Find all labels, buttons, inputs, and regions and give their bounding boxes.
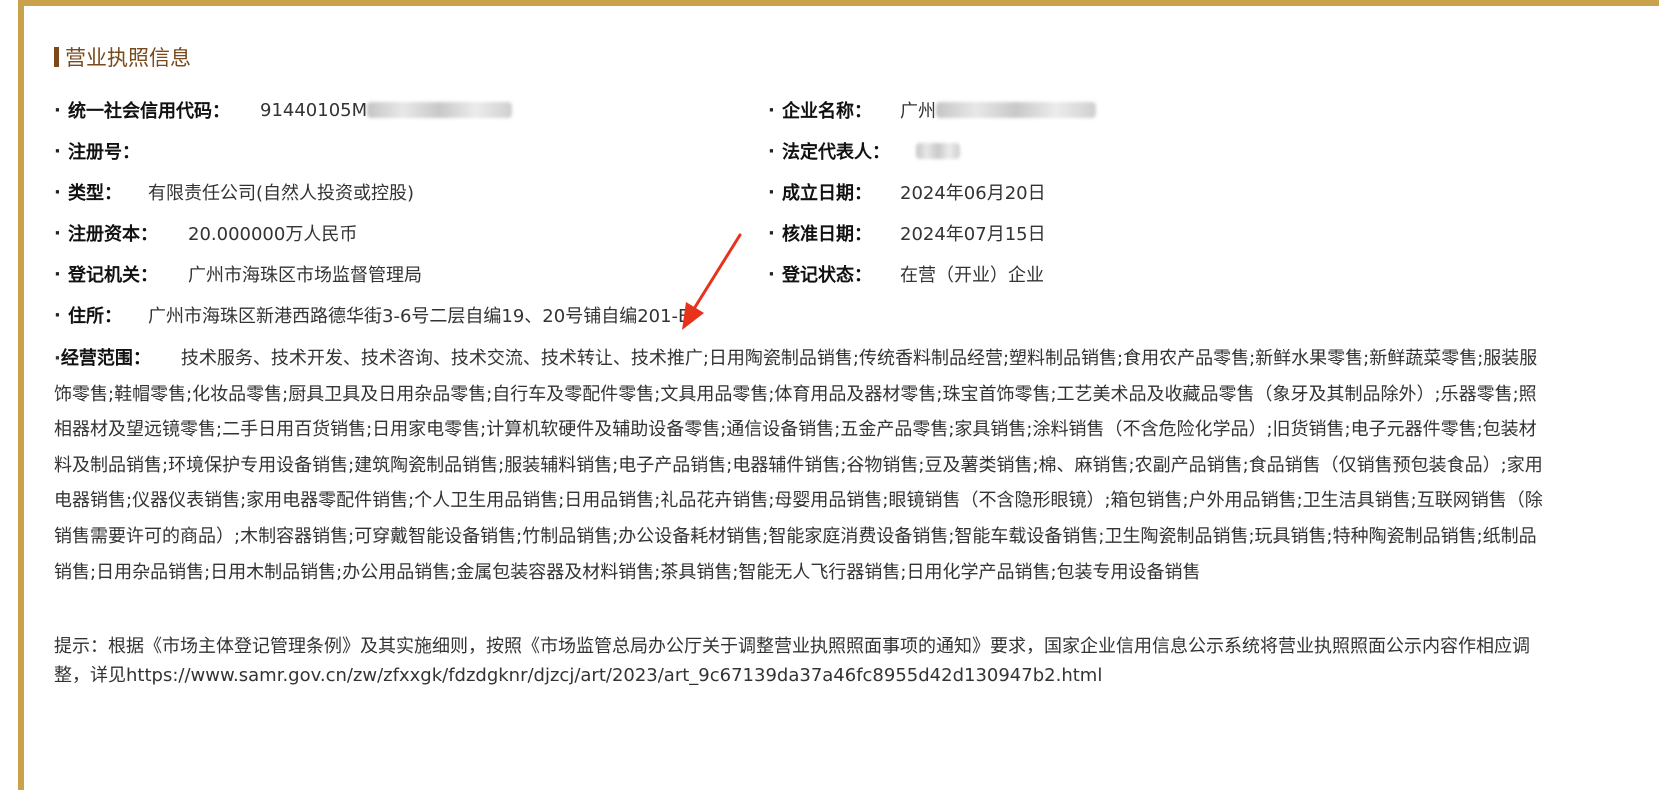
field-label: 法定代表人：: [782, 142, 890, 163]
field-label: 住所：: [68, 306, 122, 327]
bullet-icon: ·: [54, 99, 61, 121]
field-value: 有限责任公司(自然人投资或控股): [148, 183, 415, 204]
redacted-mask: [936, 102, 1096, 118]
bullet-icon: ·: [54, 140, 61, 162]
field-est-date: · 成立日期： 2024年06月20日: [768, 180, 1046, 205]
field-value: 在营（开业）企业: [900, 265, 1044, 286]
bullet-icon: ·: [54, 222, 61, 244]
field-address: · 住所： 广州市海珠区新港西路德华街3-6号二层自编19、20号铺自编201-…: [54, 303, 691, 328]
bullet-icon: ·: [768, 181, 775, 203]
annotation-arrow-icon: [682, 233, 742, 330]
field-value: 91440105M: [260, 99, 368, 121]
field-type: · 类型： 有限责任公司(自然人投资或控股): [54, 180, 415, 205]
field-reg-no: · 注册号：: [54, 139, 140, 164]
bullet-icon: ·: [54, 181, 61, 203]
field-legal-rep: · 法定代表人：: [768, 139, 960, 163]
bullet-icon: ·: [54, 348, 61, 369]
field-label: 统一社会信用代码：: [68, 101, 230, 122]
field-value: 20.000000万人民币: [188, 224, 358, 245]
field-label: 登记机关：: [68, 265, 158, 286]
bullet-icon: ·: [54, 263, 61, 285]
bullet-icon: ·: [54, 304, 61, 326]
field-value: 广州: [900, 101, 936, 122]
field-label: 注册号：: [68, 142, 140, 163]
field-label: 注册资本：: [68, 224, 158, 245]
field-approve-date: · 核准日期： 2024年07月15日: [768, 221, 1046, 246]
bullet-icon: ·: [768, 99, 775, 121]
field-value: 广州市海珠区市场监督管理局: [188, 265, 422, 286]
field-credit-code: · 统一社会信用代码： 91440105M: [54, 98, 513, 122]
field-value: 2024年07月15日: [900, 224, 1046, 245]
field-label: 经营范围：: [60, 348, 151, 369]
redacted-mask: [916, 143, 960, 159]
field-value: 2024年06月20日: [900, 183, 1046, 204]
section-header: 营业执照信息: [54, 42, 191, 72]
field-label: 成立日期：: [782, 183, 872, 204]
bullet-icon: ·: [768, 263, 775, 285]
field-label: 类型：: [68, 183, 122, 204]
field-label: 企业名称：: [782, 101, 872, 122]
bullet-icon: ·: [768, 222, 775, 244]
notice-text: 提示：根据《市场主体登记管理条例》及其实施细则，按照《市场监管总局办公厅关于调整…: [54, 636, 1530, 686]
field-label: 核准日期：: [782, 224, 872, 245]
title-marker-icon: [54, 47, 59, 67]
field-business-scope: ·经营范围： 技术服务、技术开发、技术咨询、技术交流、技术转让、技术推广;日用陶瓷…: [54, 341, 1554, 590]
field-company-name: · 企业名称： 广州: [768, 98, 1096, 122]
section-title: 营业执照信息: [65, 46, 191, 70]
field-value: 技术服务、技术开发、技术咨询、技术交流、技术转让、技术推广;日用陶瓷制品销售;传…: [54, 348, 1543, 583]
redacted-mask: [367, 102, 513, 118]
field-authority: · 登记机关： 广州市海珠区市场监督管理局: [54, 262, 422, 287]
bullet-icon: ·: [768, 140, 775, 162]
field-capital: · 注册资本： 20.000000万人民币: [54, 221, 358, 246]
field-value: 广州市海珠区新港西路德华街3-6号二层自编19、20号铺自编201-B: [148, 306, 691, 327]
field-label: 登记状态：: [782, 265, 872, 286]
field-status: · 登记状态： 在营（开业）企业: [768, 262, 1044, 287]
